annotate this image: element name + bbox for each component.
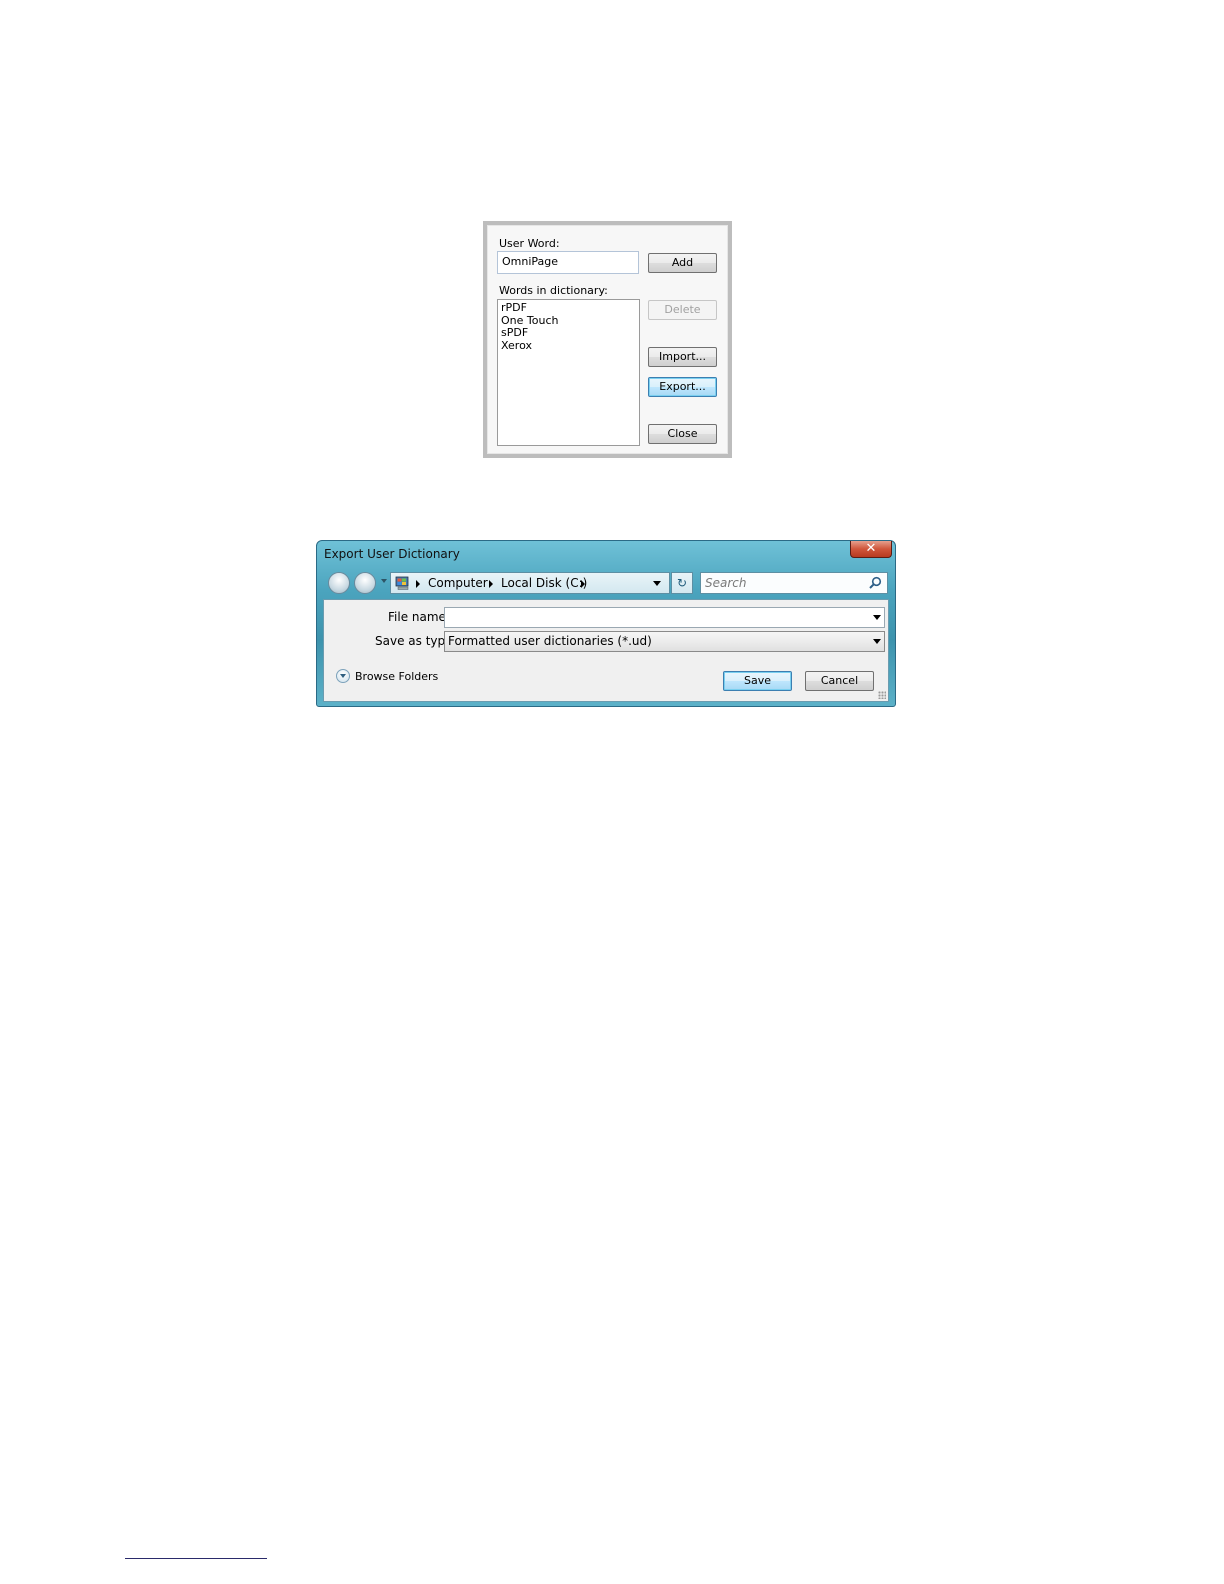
- user-word-input[interactable]: OmniPage: [497, 251, 639, 274]
- user-dictionary-panel: User Word: OmniPage Words in dictionary:…: [487, 225, 728, 454]
- list-item[interactable]: rPDF: [501, 301, 636, 315]
- address-dropdown-icon[interactable]: [653, 581, 661, 586]
- chevron-down-icon[interactable]: [873, 639, 881, 644]
- cancel-button[interactable]: Cancel: [805, 671, 874, 691]
- user-word-label: User Word:: [499, 237, 560, 250]
- dialog-body: File name: Save as type: Formatted user …: [323, 599, 889, 702]
- address-bar[interactable]: Computer Local Disk (C:): [390, 572, 670, 594]
- dialog-title: Export User Dictionary: [324, 547, 460, 561]
- file-name-label: File name:: [388, 610, 450, 624]
- expand-down-icon[interactable]: [336, 669, 350, 683]
- breadcrumb-separator-icon[interactable]: [581, 580, 585, 588]
- import-button[interactable]: Import...: [648, 347, 717, 367]
- refresh-button[interactable]: ↻: [671, 572, 693, 594]
- forward-button[interactable]: [354, 572, 376, 594]
- save-as-type-select[interactable]: Formatted user dictionaries (*.ud): [444, 631, 885, 652]
- user-dictionary-dialog: User Word: OmniPage Words in dictionary:…: [483, 221, 732, 458]
- list-item[interactable]: sPDF: [501, 326, 636, 340]
- words-in-dictionary-label: Words in dictionary:: [499, 284, 608, 297]
- computer-icon: [395, 576, 409, 590]
- resize-grip-icon[interactable]: [878, 691, 886, 699]
- save-button[interactable]: Save: [723, 671, 792, 691]
- chevron-down-icon[interactable]: [873, 615, 881, 620]
- save-as-type-value: Formatted user dictionaries (*.ud): [448, 634, 652, 648]
- delete-button[interactable]: Delete: [648, 300, 717, 320]
- breadcrumb-local-disk[interactable]: Local Disk (C:): [501, 576, 587, 590]
- back-button[interactable]: [328, 572, 350, 594]
- breadcrumb-separator-icon[interactable]: [416, 580, 420, 588]
- list-item[interactable]: Xerox: [501, 339, 636, 353]
- breadcrumb-computer[interactable]: Computer: [428, 576, 488, 590]
- export-dialog-window: Export User Dictionary ✕ Computer Local …: [316, 540, 896, 707]
- add-button[interactable]: Add: [648, 253, 717, 273]
- export-button[interactable]: Export...: [648, 377, 717, 397]
- file-name-combobox[interactable]: [444, 607, 885, 628]
- search-icon[interactable]: [868, 576, 882, 590]
- close-button[interactable]: Close: [648, 424, 717, 444]
- window-close-button[interactable]: ✕: [850, 541, 892, 558]
- search-box[interactable]: Search: [700, 572, 888, 594]
- footnote-divider: [125, 1558, 267, 1559]
- browse-folders-toggle[interactable]: Browse Folders: [355, 670, 438, 683]
- search-placeholder: Search: [705, 576, 747, 590]
- recent-pages-dropdown-icon[interactable]: [381, 579, 387, 583]
- breadcrumb-separator-icon[interactable]: [489, 580, 493, 588]
- words-listbox[interactable]: rPDF One Touch sPDF Xerox: [497, 299, 640, 446]
